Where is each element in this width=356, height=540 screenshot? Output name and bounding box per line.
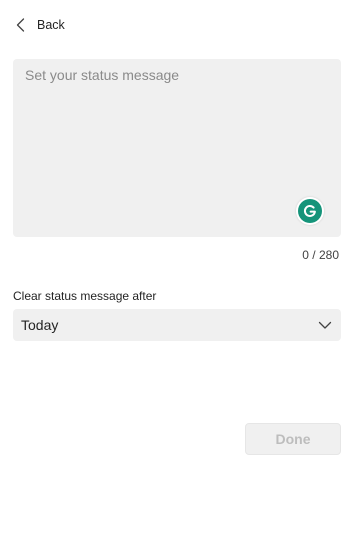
status-message-input[interactable] (13, 59, 341, 237)
chevron-left-icon (13, 14, 27, 36)
chevron-down-icon (318, 318, 332, 332)
back-label: Back (37, 18, 65, 32)
character-counter: 0 / 280 (302, 248, 339, 262)
clear-after-selected: Today (21, 317, 59, 333)
status-message-box[interactable] (13, 59, 341, 237)
grammarly-icon[interactable] (296, 197, 324, 225)
clear-after-label: Clear status message after (13, 289, 157, 303)
done-button[interactable]: Done (245, 423, 341, 455)
grammarly-badge (298, 199, 322, 223)
clear-after-dropdown[interactable]: Today (13, 309, 341, 341)
back-button[interactable]: Back (13, 14, 65, 36)
